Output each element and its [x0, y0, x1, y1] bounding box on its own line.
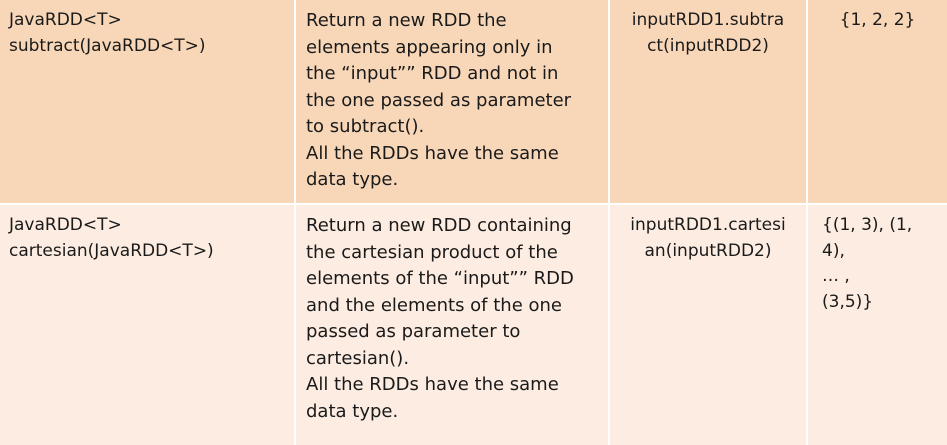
- table-row-subtract: JavaRDD<T> subtract(JavaRDD<T>) Return a…: [0, 0, 947, 203]
- method-description: Return a new RDD the elements appearing …: [306, 10, 572, 190]
- column-divider: [294, 0, 296, 445]
- result-cell: {(1, 3), (1, 4), … , (3,5)}: [808, 205, 947, 445]
- method-signature: JavaRDD<T> subtract(JavaRDD<T>): [9, 10, 206, 56]
- example-code: inputRDD1.subtra ct(inputRDD2): [631, 10, 785, 56]
- rdd-operations-table: JavaRDD<T> subtract(JavaRDD<T>) Return a…: [0, 0, 947, 445]
- description-cell: Return a new RDD containing the cartesia…: [296, 205, 608, 445]
- method-description: Return a new RDD containing the cartesia…: [306, 215, 574, 422]
- method-cell: JavaRDD<T> subtract(JavaRDD<T>): [0, 0, 294, 203]
- example-cell: inputRDD1.subtra ct(inputRDD2): [610, 0, 806, 203]
- example-code: inputRDD1.cartesi an(inputRDD2): [630, 215, 786, 261]
- example-cell: inputRDD1.cartesi an(inputRDD2): [610, 205, 806, 445]
- column-divider: [608, 0, 610, 445]
- description-cell: Return a new RDD the elements appearing …: [296, 0, 608, 203]
- table-row-cartesian: JavaRDD<T> cartesian(JavaRDD<T>) Return …: [0, 205, 947, 445]
- method-signature: JavaRDD<T> cartesian(JavaRDD<T>): [9, 215, 214, 261]
- example-result: {1, 2, 2}: [839, 10, 916, 30]
- method-cell: JavaRDD<T> cartesian(JavaRDD<T>): [0, 205, 294, 445]
- example-result: {(1, 3), (1, 4), … , (3,5)}: [822, 215, 913, 312]
- column-divider: [806, 0, 808, 445]
- result-cell: {1, 2, 2}: [808, 0, 947, 203]
